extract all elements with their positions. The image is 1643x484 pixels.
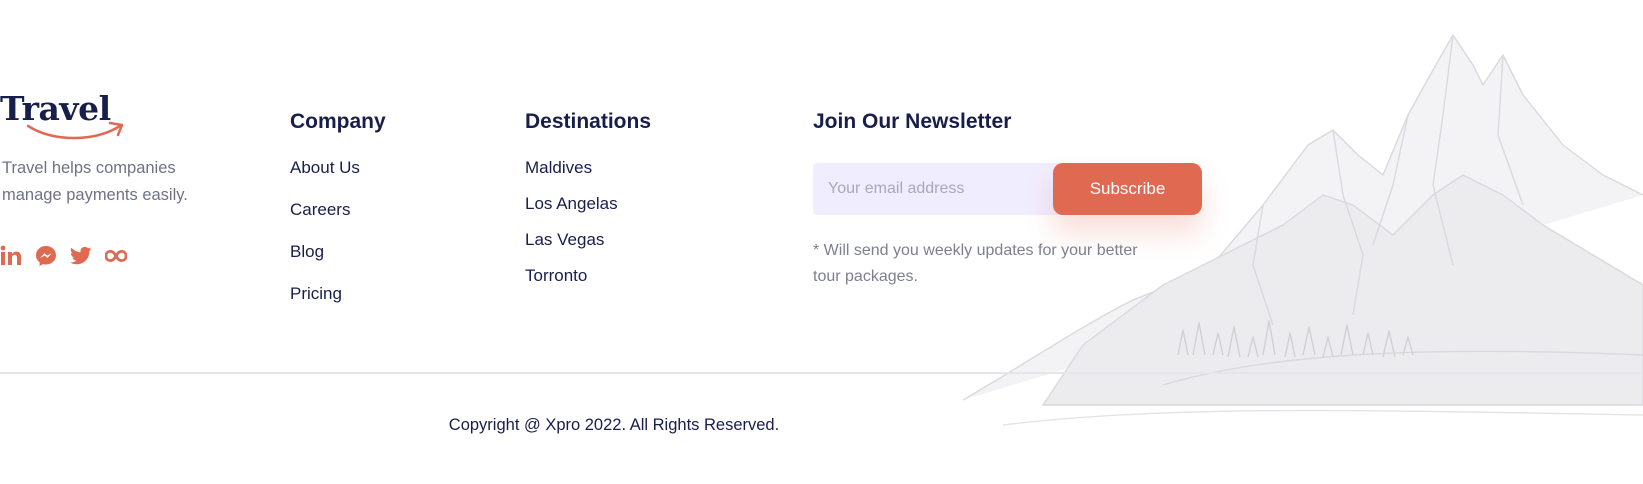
linkedin-icon[interactable] [0,245,22,267]
footer-divider [0,372,1643,374]
newsletter-heading: Join Our Newsletter [813,110,1012,133]
twitter-icon[interactable] [70,245,92,267]
destination-links: Maldives Los Angelas Las Vegas Torronto [525,157,618,301]
company-heading: Company [290,110,386,133]
infinity-icon[interactable] [105,245,127,267]
footer-link-las-vegas[interactable]: Las Vegas [525,229,618,265]
social-links [0,245,127,267]
footer-brand: Travel [0,92,124,140]
messenger-icon[interactable] [35,245,57,267]
newsletter-note: * Will send you weekly updates for your … [813,242,1138,285]
footer-link-los-angelas[interactable]: Los Angelas [525,193,618,229]
footer-link-blog[interactable]: Blog [290,241,360,283]
brand-tagline: Travel helps companies manage payments e… [2,159,188,204]
footer-link-maldives[interactable]: Maldives [525,157,618,193]
destinations-heading: Destinations [525,110,652,133]
footer-link-about-us[interactable]: About Us [290,157,360,199]
footer-link-pricing[interactable]: Pricing [290,283,360,325]
logo-swoosh-icon [26,121,124,140]
footer-link-torronto[interactable]: Torronto [525,265,618,301]
newsletter-form: Subscribe [813,163,1202,215]
email-input[interactable] [813,163,1083,215]
footer-link-careers[interactable]: Careers [290,199,360,241]
subscribe-button[interactable]: Subscribe [1053,163,1202,215]
company-links: About Us Careers Blog Pricing [290,157,360,325]
copyright-text: Copyright @ Xpro 2022. All Rights Reserv… [448,416,780,434]
